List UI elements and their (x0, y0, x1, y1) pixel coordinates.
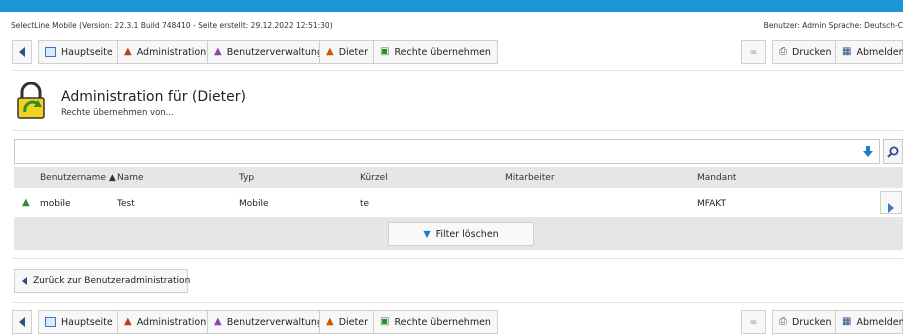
column-name[interactable]: Name (117, 173, 144, 183)
user-table: Benutzername ▲ Name Typ Kürzel Mitarbeit… (14, 167, 903, 250)
page-title: Administration für (Dieter) (61, 89, 246, 105)
back-button[interactable] (12, 310, 32, 334)
home-label: Hauptseite (61, 46, 113, 58)
user-admin-button[interactable]: ▲ Benutzerverwaltung (207, 40, 330, 64)
page-header: Administration für (Dieter) Rechte übern… (14, 80, 514, 124)
logout-icon: ▦ (842, 316, 852, 327)
rights-button[interactable]: ▣ Rechte übernehmen (373, 310, 498, 334)
table-header: Benutzername ▲ Name Typ Kürzel Mitarbeit… (14, 167, 903, 188)
page-subtitle: Rechte übernehmen von... (61, 108, 174, 118)
lock-icon: ▣ (380, 316, 390, 327)
toolbar-bottom: Hauptseite ▲ Administration ▲ Benutzerve… (12, 310, 903, 334)
administration-button[interactable]: ▲ Administration (117, 40, 214, 64)
user-icon: ▲ (326, 46, 334, 57)
search-button[interactable] (883, 139, 903, 164)
search-icon (887, 146, 899, 158)
user-admin-label: Benutzerverwaltung (226, 46, 323, 58)
print-button[interactable]: ⎙ Drucken (772, 40, 839, 64)
user-icon: ▲ (124, 316, 132, 327)
glasses-button[interactable]: ∞ (741, 310, 766, 334)
clear-filter-button[interactable]: ▼ Filter löschen (388, 222, 534, 246)
administration-button[interactable]: ▲ Administration (117, 310, 214, 334)
home-icon (45, 317, 56, 327)
filter-bar: ▼ Filter löschen (14, 218, 903, 250)
toolbar-top: Hauptseite ▲ Administration ▲ Benutzerve… (12, 40, 903, 64)
lock-icon: ▣ (380, 46, 390, 57)
home-label: Hauptseite (61, 316, 113, 328)
user-icon: ▲ (214, 46, 222, 57)
info-line: SelectLine Mobile (Version: 22.3.1 Build… (0, 13, 903, 35)
user-dieter-label: Dieter (338, 316, 368, 328)
glasses-button[interactable]: ∞ (741, 40, 766, 64)
user-icon: ▲ (124, 46, 132, 57)
cell-client: MFAKT (697, 199, 726, 209)
back-to-user-admin-button[interactable]: Zurück zur Benutzeradministration (14, 269, 191, 293)
print-label: Drucken (792, 46, 832, 58)
user-dieter-button[interactable]: ▲ Dieter (319, 40, 375, 64)
user-dieter-button[interactable]: ▲ Dieter (319, 310, 375, 334)
glasses-icon: ∞ (749, 316, 758, 328)
logout-label: Abmelden (856, 316, 903, 328)
cell-name: Test (117, 199, 135, 209)
arrow-down-icon[interactable] (863, 146, 873, 157)
home-icon (45, 47, 56, 57)
home-button[interactable]: Hauptseite (38, 310, 120, 334)
column-type[interactable]: Typ (239, 173, 254, 183)
cell-username: mobile (40, 199, 71, 209)
filter-icon: ▼ (423, 228, 431, 240)
user-info: Benutzer: Admin Sprache: Deutsch-C (763, 21, 903, 30)
back-icon (22, 277, 27, 285)
row-open-button[interactable] (880, 191, 902, 214)
divider (12, 302, 903, 303)
divider (12, 258, 903, 259)
user-dieter-label: Dieter (338, 46, 368, 58)
back-button[interactable] (12, 40, 32, 64)
user-icon: ▲ (22, 197, 30, 208)
logout-icon: ▦ (842, 46, 852, 57)
table-row[interactable]: ▲ mobile Test Mobile te MFAKT (14, 188, 903, 218)
back-icon (19, 47, 25, 57)
top-accent-bar (0, 0, 903, 12)
print-icon: ⎙ (779, 316, 787, 327)
divider (12, 130, 903, 131)
column-employee[interactable]: Mitarbeiter (505, 173, 555, 183)
print-button[interactable]: ⎙ Drucken (772, 310, 839, 334)
administration-label: Administration (136, 316, 207, 328)
cell-short: te (360, 199, 370, 209)
user-icon: ▲ (214, 316, 222, 327)
rights-label: Rechte übernehmen (394, 46, 491, 58)
print-label: Drucken (792, 316, 832, 328)
glasses-icon: ∞ (749, 46, 758, 58)
logout-button[interactable]: ▦ Abmelden (835, 40, 903, 64)
clear-filter-label: Filter löschen (435, 228, 499, 240)
divider (12, 70, 903, 71)
print-icon: ⎙ (779, 46, 787, 57)
column-client[interactable]: Mandant (697, 173, 736, 183)
version-info: SelectLine Mobile (Version: 22.3.1 Build… (11, 21, 333, 30)
user-admin-label: Benutzerverwaltung (226, 316, 323, 328)
back-to-user-admin-label: Zurück zur Benutzeradministration (33, 276, 191, 286)
logout-button[interactable]: ▦ Abmelden (835, 310, 903, 334)
column-short[interactable]: Kürzel (360, 173, 388, 183)
lock-icon (17, 82, 45, 119)
back-icon (19, 317, 25, 327)
cell-type: Mobile (239, 199, 269, 209)
column-username[interactable]: Benutzername ▲ (40, 173, 116, 183)
logout-label: Abmelden (856, 46, 903, 58)
rights-label: Rechte übernehmen (394, 316, 491, 328)
arrow-right-icon (888, 203, 894, 213)
home-button[interactable]: Hauptseite (38, 40, 120, 64)
user-admin-button[interactable]: ▲ Benutzerverwaltung (207, 310, 330, 334)
search-bar (14, 139, 903, 164)
administration-label: Administration (136, 46, 207, 58)
user-icon: ▲ (326, 316, 334, 327)
search-input[interactable] (14, 139, 880, 164)
rights-button[interactable]: ▣ Rechte übernehmen (373, 40, 498, 64)
